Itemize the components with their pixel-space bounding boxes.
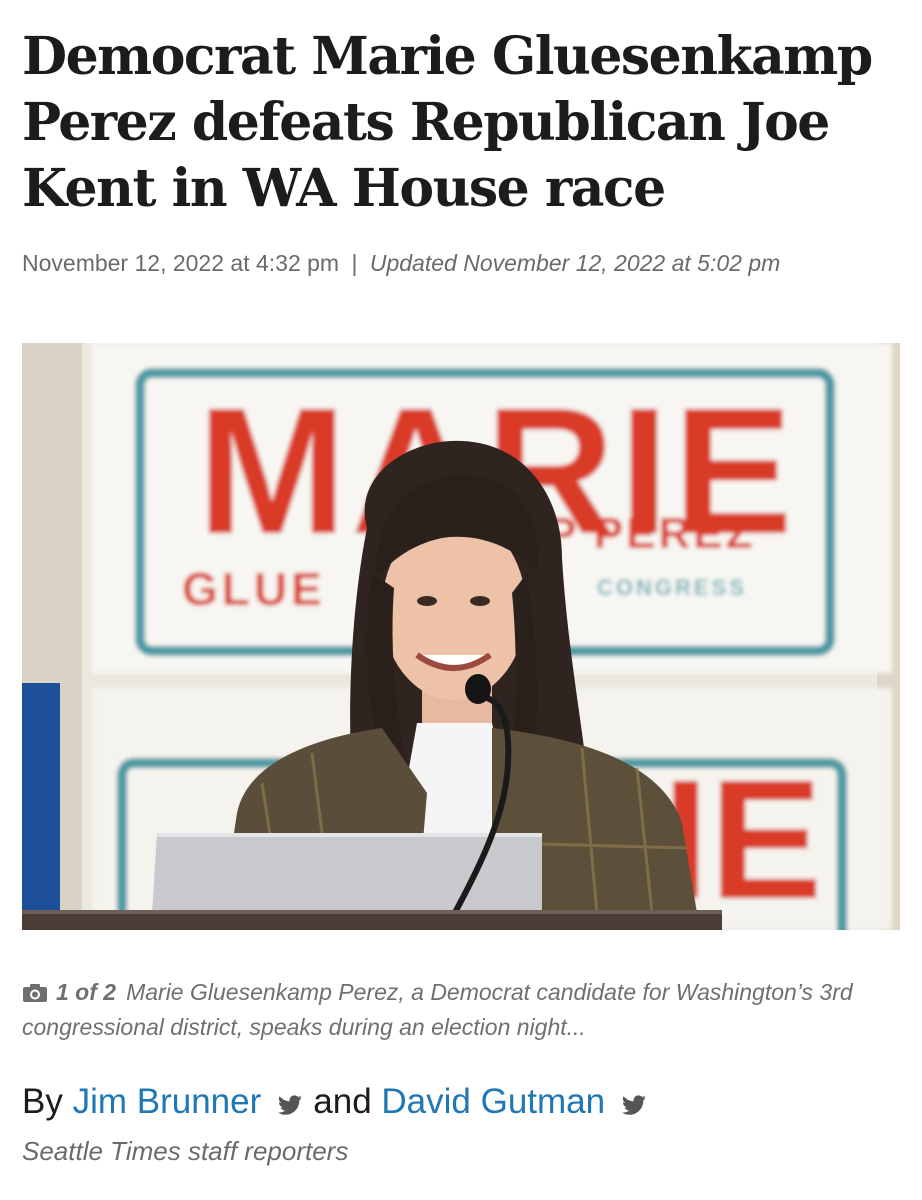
author-role: Seattle Times staff reporters bbox=[22, 1136, 349, 1166]
photo-blue-banner bbox=[22, 683, 60, 913]
dateline-separator: | bbox=[351, 250, 358, 276]
byline-joiner: and bbox=[313, 1082, 372, 1121]
photo-illustration: MARIE GLUE P PEREZ CONGRESS IE bbox=[22, 343, 900, 930]
byline: By Jim Brunner and David Gutman bbox=[22, 1082, 657, 1126]
photo-sign-small: CONGRESS bbox=[597, 575, 747, 600]
published-time: November 12, 2022 at 4:32 pm bbox=[22, 250, 340, 276]
photo-caption: 1 of 2 Marie Gluesenkamp Perez, a Democra… bbox=[22, 976, 900, 1040]
author-link-jim-brunner[interactable]: Jim Brunner bbox=[73, 1082, 262, 1121]
headline: Democrat Marie Gluesenkamp Perez defeats… bbox=[22, 26, 873, 219]
updated-time: Updated November 12, 2022 at 5:02 pm bbox=[369, 250, 781, 276]
author-link-david-gutman[interactable]: David Gutman bbox=[381, 1082, 605, 1121]
twitter-icon[interactable] bbox=[277, 1086, 303, 1126]
photo-count[interactable]: 1 of 2 bbox=[56, 979, 116, 1005]
article-page: Democrat Marie Gluesenkamp Perez defeats… bbox=[0, 0, 922, 1200]
caption-text: Marie Gluesenkamp Perez, a Democrat cand… bbox=[22, 979, 853, 1040]
byline-prefix: By bbox=[22, 1082, 63, 1121]
photo-sign-sub-right: P PEREZ bbox=[547, 509, 755, 558]
dateline: November 12, 2022 at 4:32 pm | Updated N… bbox=[22, 250, 780, 277]
photo-sign-sub-left: GLUE bbox=[182, 563, 326, 615]
photo-mic-head bbox=[465, 674, 491, 704]
camera-icon bbox=[22, 979, 48, 1011]
twitter-icon[interactable] bbox=[621, 1086, 647, 1126]
photo-laptop bbox=[152, 833, 542, 913]
lead-photo[interactable]: MARIE GLUE P PEREZ CONGRESS IE bbox=[22, 343, 900, 930]
